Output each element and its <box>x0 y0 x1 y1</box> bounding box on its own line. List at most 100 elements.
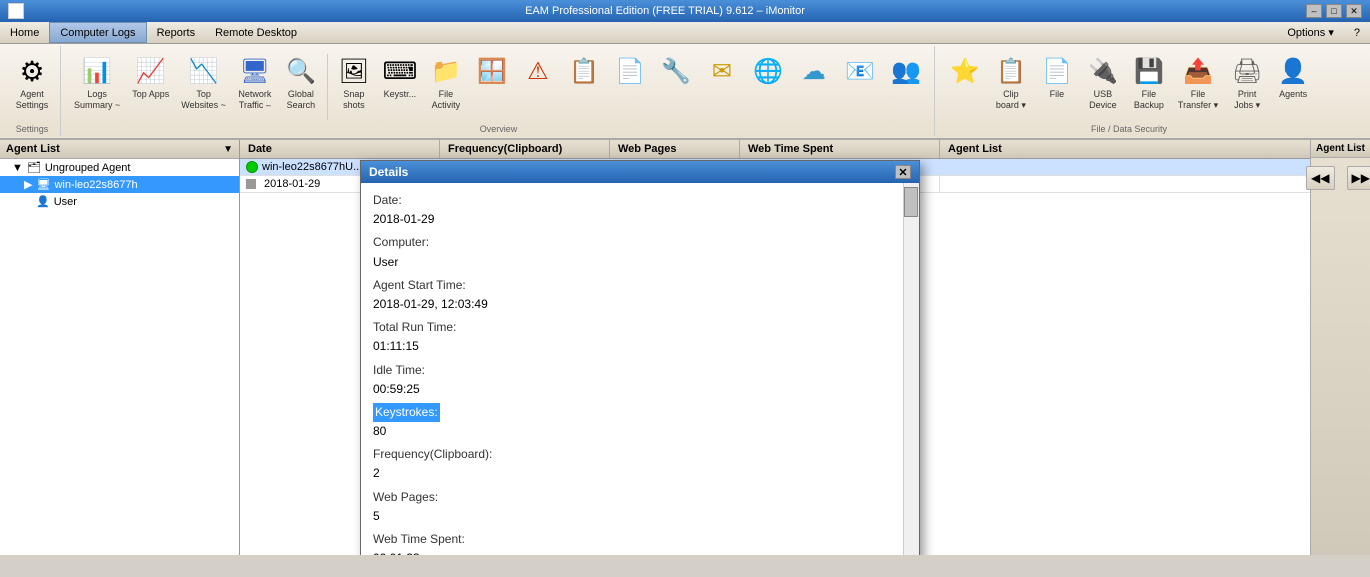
tree-computer[interactable]: ▶ 🖥 win-leo22s8677h <box>0 176 239 193</box>
file-transfer-button[interactable]: 📤 FileTransfer ▾ <box>1173 52 1223 114</box>
menu-home[interactable]: Home <box>0 22 49 43</box>
tree-ungrouped-label: Ungrouped Agent <box>45 162 131 174</box>
agent-settings-icon: ⚙ <box>16 55 48 87</box>
dialog-field-webtime-value: 00:01:33 <box>373 549 899 555</box>
menu-reports[interactable]: Reports <box>147 22 206 43</box>
dialog-field-keystrokes-value: 80 <box>373 422 899 441</box>
menu-options[interactable]: Options ▾ <box>1277 22 1344 43</box>
dialog-field-keystrokes-label: Keystrokes: <box>373 403 899 422</box>
content-area: Date Frequency(Clipboard) Copy(Clipboard… <box>240 140 1370 555</box>
dialog-field-runtime-label: Total Run Time: <box>373 318 899 337</box>
apps-icon: 🪟 <box>476 55 508 87</box>
tree-ungrouped[interactable]: ▼ 🗂 Ungrouped Agent <box>0 159 239 176</box>
restore-button[interactable]: □ <box>1326 4 1342 18</box>
social-button[interactable]: 👥 <box>884 52 928 92</box>
globe-button[interactable]: 🌐 <box>746 52 790 92</box>
logs-summary-icon: 📊 <box>81 55 113 87</box>
dialog-field-webtime-label: Web Time Spent: <box>373 530 899 549</box>
ribbon-section-security: ⭐ 📋 Clipboard ▾ 📄 File 🔌 USBDevice 💾 Fil… <box>937 46 1321 136</box>
title-bar-controls[interactable]: – □ ✕ <box>1306 4 1362 18</box>
agent-list-arrow[interactable]: ▼ <box>223 144 233 155</box>
agent-settings-button[interactable]: ⚙ AgentSettings <box>10 52 54 114</box>
main-content: Agent List ▼ ▼ 🗂 Ungrouped Agent ▶ 🖥 win… <box>0 140 1370 555</box>
dialog-field-webpages-label: Web Pages: <box>373 488 899 507</box>
network-traffic-icon: 🖥 <box>239 55 271 87</box>
send-button[interactable]: 📧 <box>838 52 882 92</box>
tree-user[interactable]: 👤 User <box>0 193 239 210</box>
details-dialog: Details ✕ Date: 2018-01-29 Computer: Use… <box>360 160 920 555</box>
title-bar-title: EAM Professional Edition (FREE TRIAL) 9.… <box>24 5 1306 17</box>
email-button[interactable]: ✉ <box>700 52 744 92</box>
clipboard-icon: 📋 <box>995 55 1027 87</box>
clipboard-button[interactable]: 📋 Clipboard ▾ <box>989 52 1033 114</box>
alert-button[interactable]: ⚠ <box>516 52 560 92</box>
settings-section-label: Settings <box>16 122 49 134</box>
file-backup-button[interactable]: 💾 FileBackup <box>1127 52 1171 114</box>
print-jobs-icon: 🖨 <box>1231 55 1263 87</box>
cloud-button[interactable]: ☁ <box>792 52 836 92</box>
dialog-field-starttime-label: Agent Start Time: <box>373 276 899 295</box>
globe-icon: 🌐 <box>752 55 784 87</box>
usb-icon: 🔌 <box>1087 55 1119 87</box>
dialog-scrollbar[interactable] <box>903 183 919 555</box>
tree-expand-icon: ▶ <box>24 178 32 191</box>
title-bar-left: 🖥 <box>8 3 24 19</box>
menu-help[interactable]: ? <box>1344 22 1370 43</box>
group-icon: 🗂 <box>27 161 41 174</box>
menu-remote-desktop[interactable]: Remote Desktop <box>205 22 307 43</box>
file-transfer-icon: 📤 <box>1182 55 1214 87</box>
agent-settings-label: AgentSettings <box>16 89 49 111</box>
network-traffic-button[interactable]: 🖥 NetworkTraffic – <box>233 52 277 114</box>
top-apps-button[interactable]: 📈 Top Apps <box>127 52 174 103</box>
dialog-field-starttime-value: 2018-01-29, 12:03:49 <box>373 295 899 314</box>
dialog-field-clipboard-value: 2 <box>373 464 899 483</box>
report-button[interactable]: 📄 <box>608 52 652 92</box>
hardware-button[interactable]: 🔧 <box>654 52 698 92</box>
print-jobs-button[interactable]: 🖨 PrintJobs ▾ <box>1225 52 1269 114</box>
file-button[interactable]: 📄 File <box>1035 52 1079 103</box>
social-icon: 👥 <box>890 55 922 87</box>
dialog-field-date-label: Date: <box>373 191 899 210</box>
keystrokes-highlight: Keystrokes: <box>373 403 440 422</box>
menu-computer-logs[interactable]: Computer Logs <box>49 22 146 43</box>
top-websites-button[interactable]: 📉 TopWebsites ~ <box>176 52 231 114</box>
tree-user-label: User <box>54 196 77 208</box>
file-icon: 📄 <box>1041 55 1073 87</box>
dialog-overlay: Details ✕ Date: 2018-01-29 Computer: Use… <box>240 140 1370 555</box>
agent-list-title: Agent List <box>6 143 60 155</box>
dialog-close-button[interactable]: ✕ <box>895 165 911 179</box>
star-icon: ⭐ <box>949 55 981 87</box>
computer-icon: 🖥 <box>36 178 50 191</box>
dialog-field-clipboard-label: Frequency(Clipboard): <box>373 445 899 464</box>
dialog-scrollthumb[interactable] <box>904 187 918 217</box>
agents-icon: 👤 <box>1277 55 1309 87</box>
left-panel: Agent List ▼ ▼ 🗂 Ungrouped Agent ▶ 🖥 win… <box>0 140 240 555</box>
logs-summary-button[interactable]: 📊 LogsSummary ~ <box>69 52 125 114</box>
apps-button[interactable]: 🪟 <box>470 52 514 92</box>
hardware-icon: 🔧 <box>660 55 692 87</box>
close-button[interactable]: ✕ <box>1346 4 1362 18</box>
dialog-body[interactable]: Date: 2018-01-29 Computer: User Agent St… <box>361 183 919 555</box>
agent-list-header: Agent List ▼ <box>0 140 239 159</box>
keystrokes-icon: ⌨ <box>384 55 416 87</box>
tree-computer-label: win-leo22s8677h <box>54 179 137 191</box>
file-activity-button[interactable]: 📁 FileActivity <box>424 52 468 114</box>
star-button[interactable]: ⭐ <box>943 52 987 92</box>
keystrokes-button[interactable]: ⌨ Keystr... <box>378 52 422 103</box>
cloud-icon: ☁ <box>798 55 830 87</box>
title-bar: 🖥 EAM Professional Edition (FREE TRIAL) … <box>0 0 1370 22</box>
spreadsheet-button[interactable]: 📋 <box>562 52 606 92</box>
agents-button[interactable]: 👤 Agents <box>1271 52 1315 103</box>
snapshots-button[interactable]: 🖼 Snapshots <box>332 52 376 114</box>
security-section-label: File / Data Security <box>1091 122 1167 134</box>
dialog-title-text: Details <box>369 165 408 179</box>
ribbon-group-security: ⭐ 📋 Clipboard ▾ 📄 File 🔌 USBDevice 💾 Fil… <box>943 48 1315 122</box>
app-icon: 🖥 <box>8 3 24 19</box>
usb-button[interactable]: 🔌 USBDevice <box>1081 52 1125 114</box>
send-icon: 📧 <box>844 55 876 87</box>
dialog-field-date-value: 2018-01-29 <box>373 210 899 229</box>
file-backup-icon: 💾 <box>1133 55 1165 87</box>
ribbon-group-overview: 📊 LogsSummary ~ 📈 Top Apps 📉 TopWebsites… <box>69 48 928 122</box>
global-search-button[interactable]: 🔍 GlobalSearch <box>279 52 323 114</box>
minimize-button[interactable]: – <box>1306 4 1322 18</box>
